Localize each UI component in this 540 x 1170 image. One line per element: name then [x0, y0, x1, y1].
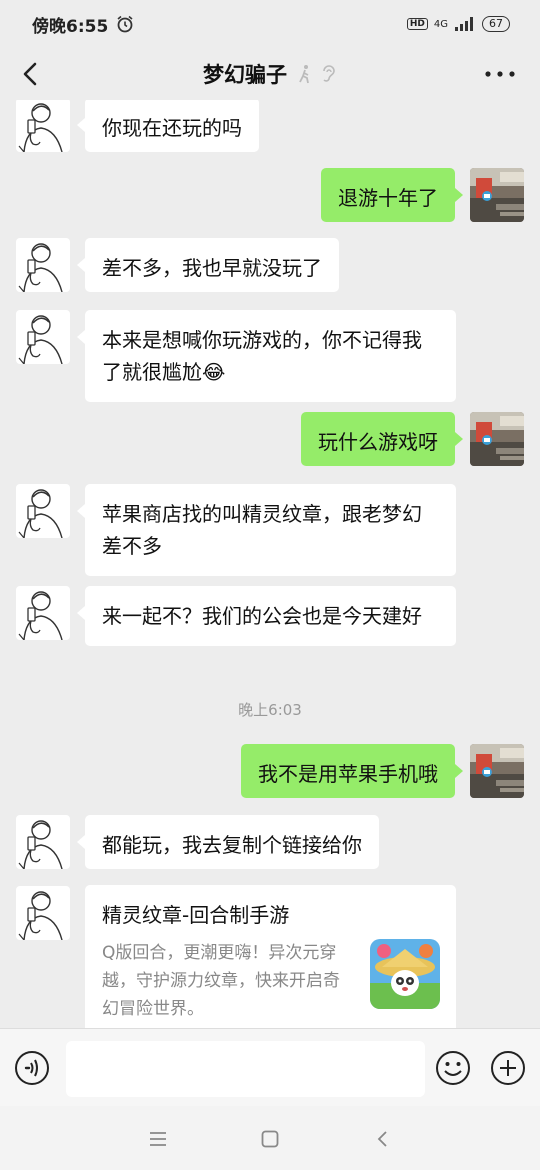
voice-input-icon[interactable] [14, 1050, 50, 1086]
ear-icon [323, 65, 335, 82]
home-icon[interactable] [259, 1128, 281, 1150]
walking-icon [299, 65, 309, 84]
link-card[interactable]: 精灵纹章-回合制手游 Q版回合，更潮更嗨！异次元穿越，守护源力纹章，快来开启奇幻… [85, 885, 456, 1028]
contact-avatar[interactable] [16, 100, 70, 152]
input-bar [0, 1028, 540, 1107]
battery-icon: 67 [482, 16, 510, 32]
status-time: 傍晚6:55 [32, 16, 109, 37]
message-bubble-received[interactable]: 本来是想喊你玩游戏的，你不记得我了就很尴尬😂 [77, 310, 456, 402]
message-bubble-received[interactable]: 苹果商店找的叫精灵纹章，跟老梦幻差不多 [77, 484, 456, 576]
link-card-description: Q版回合，更潮更嗨！异次元穿越，守护源力纹章，快来开启奇幻冒险世界。 [102, 943, 340, 1019]
network-label: 4G [433, 18, 448, 30]
message-bubble-received[interactable]: 差不多，我也早就没玩了 [77, 238, 339, 292]
my-avatar[interactable] [470, 168, 524, 222]
back-icon[interactable] [372, 1128, 394, 1150]
game-thumbnail-icon [370, 939, 440, 1009]
contact-avatar[interactable] [16, 310, 70, 364]
signal-icon [455, 17, 473, 31]
contact-avatar[interactable] [16, 484, 70, 538]
system-nav-bar [0, 1106, 540, 1170]
message-bubble-sent[interactable]: 玩什么游戏呀 [301, 412, 463, 466]
alarm-icon [117, 15, 133, 33]
emoji-icon[interactable] [435, 1050, 471, 1086]
message-bubble-sent[interactable]: 我不是用苹果手机哦 [241, 744, 463, 798]
message-list[interactable]: 你现在还玩的吗 退游十年了 差不多，我也早就没玩了 本来是想喊你玩游戏的，你不记… [0, 100, 540, 1028]
menu-icon[interactable] [147, 1128, 169, 1150]
message-bubble-received[interactable]: 来一起不？我们的公会也是今天建好 [77, 586, 456, 646]
message-bubble-received[interactable]: 都能玩，我去复制个链接给你 [77, 815, 379, 869]
link-card-title: 精灵纹章-回合制手游 [102, 903, 290, 927]
contact-avatar[interactable] [16, 815, 70, 869]
more-options-icon[interactable] [482, 60, 518, 88]
message-input[interactable] [66, 1041, 425, 1097]
back-arrow-icon[interactable] [16, 58, 48, 90]
status-bar: 傍晚6:55 HD 4G 67 [0, 0, 540, 48]
my-avatar[interactable] [470, 412, 524, 466]
message-bubble-sent[interactable]: 退游十年了 [321, 168, 463, 222]
chat-title: 梦幻骗子 [203, 63, 287, 87]
contact-avatar[interactable] [16, 886, 70, 940]
my-avatar[interactable] [470, 744, 524, 798]
message-timestamp: 晚上6:03 [238, 701, 302, 719]
contact-avatar[interactable] [16, 238, 70, 292]
message-bubble-received[interactable]: 你现在还玩的吗 [77, 100, 259, 152]
hd-badge: HD [406, 18, 428, 30]
contact-avatar[interactable] [16, 586, 70, 640]
add-more-icon[interactable] [490, 1050, 526, 1086]
chat-header: 梦幻骗子 [0, 48, 540, 100]
